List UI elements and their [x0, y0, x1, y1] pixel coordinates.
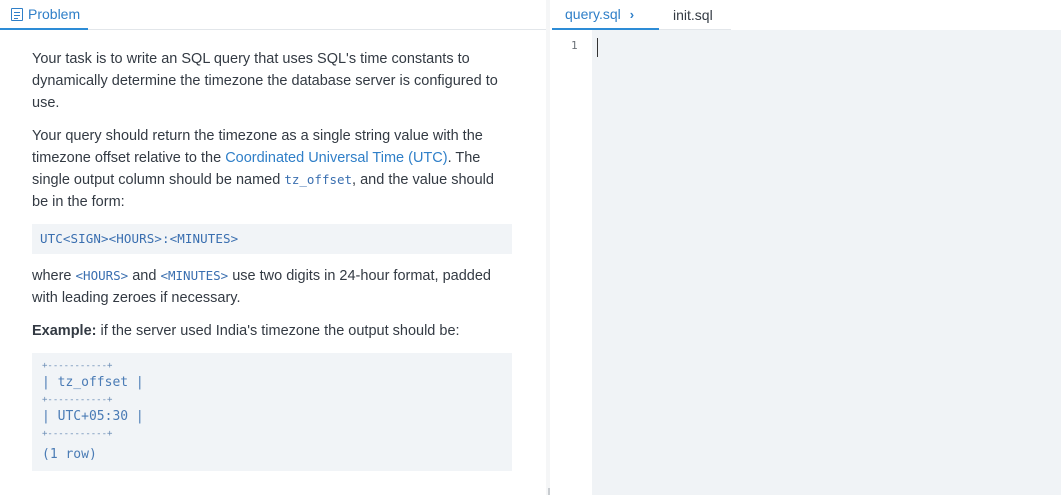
scrollbar-thumb[interactable] [548, 488, 550, 495]
example-label: Example: [32, 323, 97, 339]
tab-query-sql-label: query.sql [565, 6, 621, 22]
tab-problem[interactable]: Problem [0, 0, 88, 30]
sql-code-editor[interactable] [592, 30, 1061, 495]
chevron-right-icon: › [629, 6, 635, 22]
format-text-2: and [128, 268, 161, 284]
table-border-bottom: +-----------+ [42, 429, 113, 439]
example-text: if the server used India's timezone the … [96, 323, 460, 339]
problem-tabbar: Problem [0, 0, 546, 30]
tab-query-sql[interactable]: query.sql › [552, 0, 659, 30]
problem-description: Your task is to write an SQL query that … [32, 48, 512, 482]
text-cursor [597, 38, 598, 57]
line-number: 1 [571, 39, 578, 52]
intro-paragraph: Your task is to write an SQL query that … [32, 51, 498, 111]
minutes-code: <MINUTES> [160, 268, 229, 283]
editor-tabbar: query.sql › init.sql [552, 0, 1061, 30]
tab-problem-label: Problem [28, 6, 81, 22]
tab-init-sql[interactable]: init.sql [659, 0, 731, 30]
table-border-mid: +-----------+ [42, 395, 113, 405]
format-text-1: where [32, 268, 76, 284]
format-code-block: UTC<SIGN><HOURS>:<MINUTES> [32, 224, 512, 254]
panel-divider-scrollbar[interactable] [546, 0, 550, 495]
example-output-block: +-----------+ | tz_offset | +-----------… [32, 353, 512, 471]
editor-panel: query.sql › init.sql 1 [552, 0, 1061, 495]
requirements-paragraph: Your query should return the timezone as… [32, 125, 512, 213]
column-name-code: tz_offset [284, 172, 353, 187]
format-code: UTC<SIGN><HOURS>:<MINUTES> [40, 231, 239, 246]
table-header: | tz_offset | [42, 375, 144, 390]
example-paragraph: Example: if the server used India's time… [32, 320, 512, 342]
utc-link[interactable]: Coordinated Universal Time (UTC) [225, 150, 447, 166]
format-paragraph: where <HOURS> and <MINUTES> use two digi… [32, 265, 512, 309]
table-border-top: +-----------+ [42, 361, 113, 371]
document-icon [11, 7, 23, 21]
line-number-gutter: 1 [552, 30, 592, 495]
table-value: | UTC+05:30 | [42, 409, 144, 424]
hours-code: <HOURS> [75, 268, 129, 283]
table-footer: (1 row) [42, 447, 97, 462]
problem-panel: Problem Your task is to write an SQL que… [0, 0, 546, 495]
tab-init-sql-label: init.sql [673, 6, 713, 23]
